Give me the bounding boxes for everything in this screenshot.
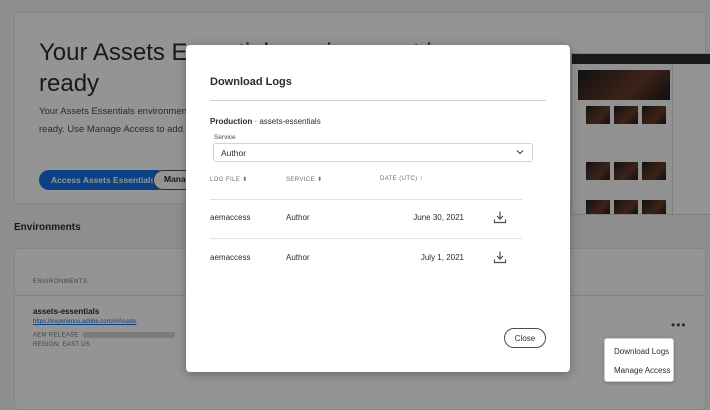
date-header-label: DATE (UTC) — [380, 176, 418, 182]
service-label: Service — [214, 134, 236, 141]
download-icon[interactable] — [493, 210, 507, 224]
service-header-label: SERVICE — [286, 177, 316, 183]
table-row-divider — [210, 238, 522, 239]
sort-icon: ⬍ — [242, 177, 248, 183]
table-divider — [210, 199, 522, 200]
environment-type: Production — [210, 117, 253, 126]
column-header-date[interactable]: DATE (UTC) ↑ — [380, 176, 423, 182]
row-2-log-file: aemaccess — [210, 253, 251, 262]
dialog-divider — [210, 100, 546, 101]
sort-icon: ⬍ — [317, 177, 323, 183]
log-file-header-label: LOG FILE — [210, 177, 241, 183]
row-2-service: Author — [286, 253, 310, 262]
row-1-service: Author — [286, 213, 310, 222]
download-icon[interactable] — [493, 250, 507, 264]
environment-label: Production · assets-essentials — [210, 117, 321, 126]
environment-name-text: assets-essentials — [259, 117, 321, 126]
row-1-date: June 30, 2021 — [413, 213, 464, 222]
row-2-date: July 1, 2021 — [420, 253, 464, 262]
dialog-title: Download Logs — [210, 76, 292, 88]
close-button[interactable]: Close — [504, 328, 546, 348]
row-1-log-file: aemaccess — [210, 213, 251, 222]
menu-item-manage-access[interactable]: Manage Access — [614, 366, 670, 375]
chevron-down-icon — [516, 150, 524, 155]
menu-item-download-logs[interactable]: Download Logs — [614, 347, 669, 356]
column-header-service[interactable]: SERVICE ⬍ — [286, 176, 323, 183]
service-select[interactable]: Author — [213, 143, 533, 162]
service-selected-value: Author — [221, 148, 247, 158]
download-logs-dialog: Download Logs Production · assets-essent… — [186, 45, 570, 372]
environment-context-menu: Download Logs Manage Access — [604, 338, 674, 382]
sort-ascending-icon: ↑ — [419, 176, 424, 182]
column-header-log-file[interactable]: LOG FILE ⬍ — [210, 176, 248, 183]
